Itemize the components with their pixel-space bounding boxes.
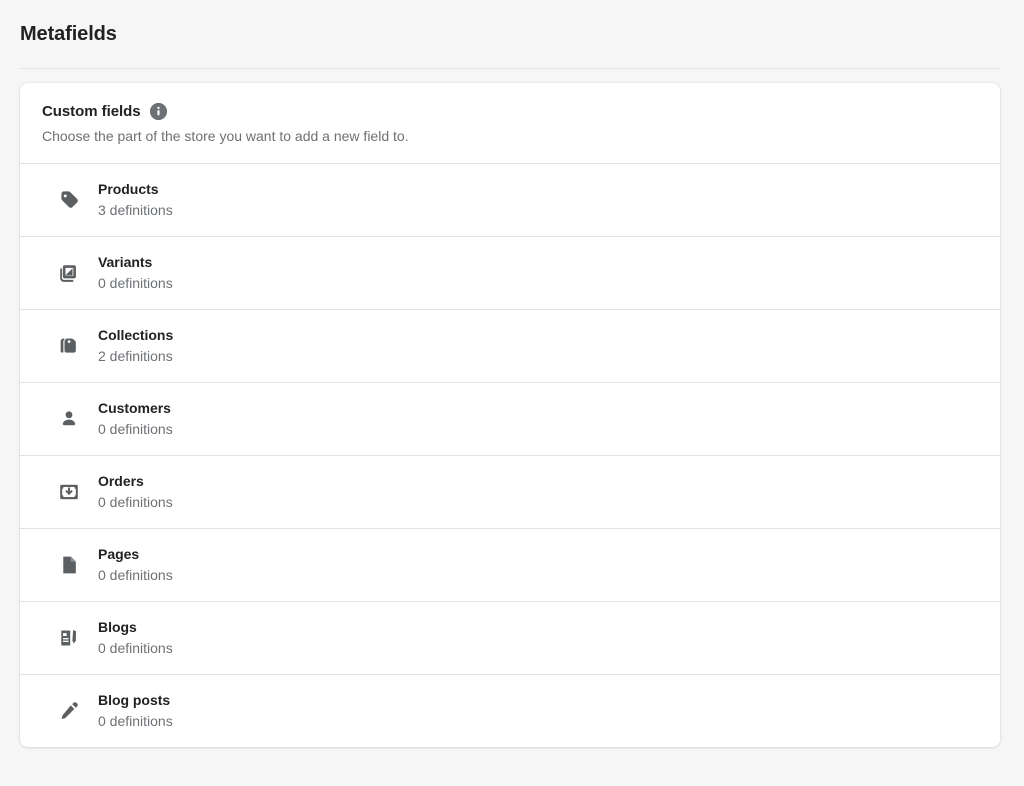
card-header: Custom fields Choose the part of the sto… <box>20 83 1000 163</box>
metafield-row-products[interactable]: Products 3 definitions <box>20 163 1000 236</box>
row-text: Products 3 definitions <box>98 180 173 220</box>
row-title: Orders <box>98 472 173 491</box>
metafield-row-variants[interactable]: Variants 0 definitions <box>20 236 1000 309</box>
row-definitions-count: 0 definitions <box>98 420 173 439</box>
info-icon[interactable] <box>150 103 167 120</box>
collections-icon <box>58 335 80 357</box>
row-title: Blogs <box>98 618 173 637</box>
row-definitions-count: 0 definitions <box>98 566 173 585</box>
row-text: Pages 0 definitions <box>98 545 173 585</box>
metafield-row-blogs[interactable]: Blogs 0 definitions <box>20 601 1000 674</box>
metafield-row-blog-posts[interactable]: Blog posts 0 definitions <box>20 674 1000 747</box>
metafield-row-orders[interactable]: Orders 0 definitions <box>20 455 1000 528</box>
row-text: Blogs 0 definitions <box>98 618 173 658</box>
row-text: Variants 0 definitions <box>98 253 173 293</box>
page-header: Metafields <box>0 0 1024 68</box>
row-definitions-count: 0 definitions <box>98 493 173 512</box>
row-title: Customers <box>98 399 173 418</box>
row-text: Blog posts 0 definitions <box>98 691 173 731</box>
customer-icon <box>58 408 80 430</box>
row-title: Variants <box>98 253 173 272</box>
row-text: Customers 0 definitions <box>98 399 173 439</box>
metafield-row-collections[interactable]: Collections 2 definitions <box>20 309 1000 382</box>
row-text: Collections 2 definitions <box>98 326 173 366</box>
card-title-row: Custom fields <box>42 103 980 120</box>
variants-icon <box>58 262 80 284</box>
pencil-icon <box>58 700 80 722</box>
row-text: Orders 0 definitions <box>98 472 173 512</box>
orders-inbox-icon <box>58 481 80 503</box>
product-tag-icon <box>58 189 80 211</box>
page-title: Metafields <box>20 23 117 46</box>
page-icon <box>58 554 80 576</box>
row-title: Products <box>98 180 173 199</box>
row-title: Collections <box>98 326 173 345</box>
content-area: Custom fields Choose the part of the sto… <box>0 69 1024 747</box>
row-definitions-count: 3 definitions <box>98 201 173 220</box>
metafield-row-customers[interactable]: Customers 0 definitions <box>20 382 1000 455</box>
metafield-row-pages[interactable]: Pages 0 definitions <box>20 528 1000 601</box>
row-definitions-count: 0 definitions <box>98 274 173 293</box>
card-subtitle: Choose the part of the store you want to… <box>42 127 980 145</box>
card-title: Custom fields <box>42 103 141 120</box>
row-definitions-count: 2 definitions <box>98 347 173 366</box>
row-definitions-count: 0 definitions <box>98 712 173 731</box>
blogs-icon <box>58 627 80 649</box>
row-title: Blog posts <box>98 691 173 710</box>
row-title: Pages <box>98 545 173 564</box>
row-definitions-count: 0 definitions <box>98 639 173 658</box>
custom-fields-card: Custom fields Choose the part of the sto… <box>20 83 1000 747</box>
